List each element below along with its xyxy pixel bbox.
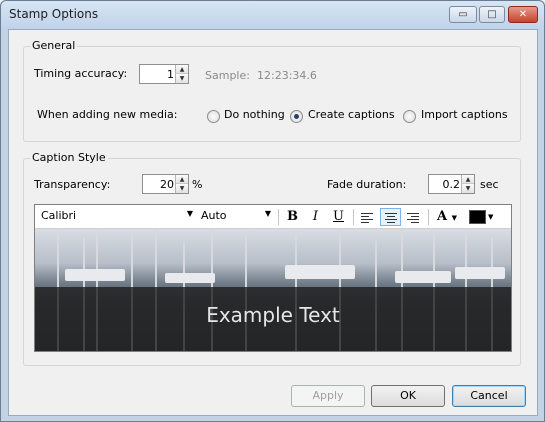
cancel-button[interactable]: Cancel (452, 385, 526, 407)
size-dropdown[interactable]: Auto ▼ (197, 208, 273, 226)
radio-create-captions-label[interactable]: Create captions (308, 108, 395, 121)
transparency-unit: % (192, 178, 203, 191)
chevron-down-icon: ▼ (186, 209, 193, 218)
text-color-swatch (469, 210, 486, 224)
spin-up-icon[interactable]: ▲ (462, 175, 474, 184)
align-center-button[interactable] (380, 208, 401, 226)
spin-down-icon[interactable]: ▼ (462, 184, 474, 193)
title-bar[interactable]: Stamp Options ▭ □ ✕ (1, 1, 544, 29)
chevron-down-icon: ▼ (451, 213, 457, 222)
caption-preview: Example Text (35, 229, 511, 351)
bold-button[interactable]: B (282, 208, 303, 226)
fade-duration-spinner[interactable]: 0.2 ▲ ▼ (428, 174, 475, 194)
size-value: Auto (201, 209, 227, 222)
timing-accuracy-spinner[interactable]: 1 ▲ ▼ (139, 64, 189, 84)
font-value: Calibri (41, 209, 77, 222)
toolbar-separator (278, 209, 279, 225)
ok-button[interactable]: OK (371, 385, 445, 407)
close-button[interactable]: ✕ (508, 6, 538, 23)
radio-create-captions[interactable] (290, 110, 303, 123)
caption-style-legend: Caption Style (30, 151, 108, 164)
underline-button[interactable]: U (328, 208, 349, 226)
radio-import-captions-label[interactable]: Import captions (421, 108, 508, 121)
maximize-button[interactable]: □ (479, 6, 505, 23)
radio-do-nothing[interactable] (207, 110, 220, 123)
font-color-icon: A (436, 209, 448, 224)
sample-value: 12:23:34.6 (257, 69, 317, 82)
align-left-button[interactable] (357, 208, 378, 226)
window-title: Stamp Options (9, 7, 99, 21)
text-color-button[interactable]: ▼ (466, 208, 500, 226)
transparency-spinner[interactable]: 20 ▲ ▼ (142, 174, 189, 194)
chevron-down-icon: ▼ (488, 213, 494, 221)
fade-duration-value[interactable]: 0.2 (443, 178, 461, 191)
close-icon: ✕ (518, 9, 528, 20)
fade-duration-label: Fade duration: (327, 178, 407, 191)
radio-do-nothing-label[interactable]: Do nothing (224, 108, 285, 121)
chevron-down-icon: ▼ (264, 209, 271, 218)
align-right-button[interactable] (403, 208, 424, 226)
spin-down-icon[interactable]: ▼ (176, 74, 188, 83)
italic-button[interactable]: I (305, 208, 326, 226)
media-label: When adding new media: (37, 108, 178, 121)
fade-duration-unit: sec (480, 178, 499, 191)
general-group: General Timing accuracy: 1 ▲ ▼ Sample: 1… (23, 39, 521, 142)
sample-label: Sample: (205, 69, 250, 82)
caption-editor: Calibri ▼ Auto ▼ B I U A ▼ ▼ Example Tex… (34, 204, 512, 352)
stamp-options-window: Stamp Options ▭ □ ✕ General Timing accur… (0, 0, 545, 422)
timing-accuracy-label: Timing accuracy: (34, 67, 128, 80)
minimize-button[interactable]: ▭ (449, 6, 477, 23)
apply-button[interactable]: Apply (291, 385, 365, 407)
timing-accuracy-value[interactable]: 1 (167, 68, 174, 81)
spin-up-icon[interactable]: ▲ (176, 175, 188, 184)
toolbar-separator (428, 209, 429, 225)
example-caption-text: Example Text (206, 303, 340, 327)
transparency-value[interactable]: 20 (160, 178, 174, 191)
dialog-body: General Timing accuracy: 1 ▲ ▼ Sample: 1… (8, 29, 538, 416)
spin-down-icon[interactable]: ▼ (176, 184, 188, 193)
radio-import-captions[interactable] (403, 110, 416, 123)
toolbar-separator (353, 209, 354, 225)
format-toolbar: Calibri ▼ Auto ▼ B I U A ▼ ▼ (35, 205, 511, 229)
minimize-icon: ▭ (458, 9, 468, 20)
general-legend: General (30, 39, 78, 52)
font-color-button[interactable]: A ▼ (432, 208, 462, 226)
font-dropdown[interactable]: Calibri ▼ (37, 208, 195, 226)
transparency-label: Transparency: (34, 178, 111, 191)
spin-up-icon[interactable]: ▲ (176, 65, 188, 74)
maximize-icon: □ (487, 9, 497, 20)
